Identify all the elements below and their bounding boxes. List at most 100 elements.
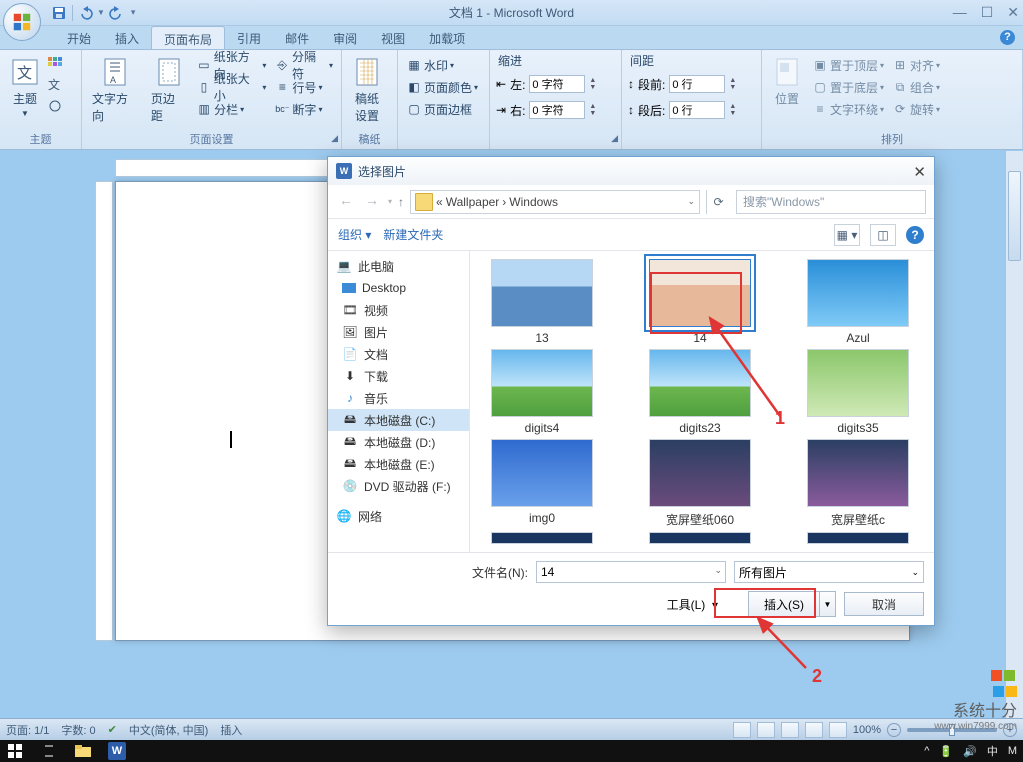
dialog-help-button[interactable]: ? xyxy=(906,226,924,244)
file-list[interactable]: 13 14 Azul digits4 digits23 digits35 img… xyxy=(470,251,934,552)
nav-back-button[interactable]: ← xyxy=(336,192,356,212)
zoom-level[interactable]: 100% xyxy=(853,724,881,736)
search-input[interactable]: 搜索"Windows" xyxy=(736,190,926,214)
minimize-button[interactable]: — xyxy=(953,4,967,21)
view-web-layout[interactable] xyxy=(781,722,799,738)
status-language[interactable]: 中文(简体, 中国) xyxy=(129,722,208,738)
themes-button[interactable]: 文 主题 ▼ xyxy=(6,54,44,120)
tree-desktop[interactable]: Desktop xyxy=(328,277,469,299)
file-item[interactable]: digits35 xyxy=(794,349,922,435)
tree-disk-c[interactable]: 🖴本地磁盘 (C:) xyxy=(328,409,469,431)
task-view-button[interactable] xyxy=(40,742,58,760)
insert-button-main[interactable]: 插入(S) xyxy=(749,592,819,616)
tab-view[interactable]: 视图 xyxy=(369,26,417,49)
group-button[interactable]: ⧉组合▾ xyxy=(890,76,942,98)
status-mode[interactable]: 插入 xyxy=(220,722,242,738)
tab-home[interactable]: 开始 xyxy=(55,26,103,49)
theme-fonts-icon[interactable]: 文 xyxy=(48,78,62,95)
tree-videos[interactable]: 🎞视频 xyxy=(328,299,469,321)
theme-effects-icon[interactable] xyxy=(48,99,62,116)
view-outline[interactable] xyxy=(805,722,823,738)
tab-addins[interactable]: 加载项 xyxy=(417,26,477,49)
view-print-layout[interactable] xyxy=(733,722,751,738)
spacing-before-spin[interactable]: ↕ 段前: ▲▼ xyxy=(628,73,755,95)
zoom-out-button[interactable]: − xyxy=(887,723,901,737)
send-back-button[interactable]: ▢置于底层▾ xyxy=(810,76,886,98)
undo-icon[interactable] xyxy=(77,4,95,22)
watermark-button[interactable]: ▦水印▾ xyxy=(404,54,480,76)
theme-colors-icon[interactable] xyxy=(48,57,62,74)
file-item-selected[interactable]: 14 xyxy=(636,259,764,345)
address-bar[interactable]: « Wallpaper › Windows ⌄ xyxy=(410,190,700,214)
tab-page-layout[interactable]: 页面布局 xyxy=(151,26,225,49)
file-item[interactable]: digits23 xyxy=(636,349,764,435)
breaks-button[interactable]: ⎆分隔符▾ xyxy=(272,54,335,76)
size-button[interactable]: ▯纸张大小▾ xyxy=(194,76,268,98)
status-proof-icon[interactable]: ✔ xyxy=(108,723,117,736)
text-wrap-button[interactable]: ≡文字环绕▾ xyxy=(810,98,886,120)
page-borders-button[interactable]: ▢页面边框 xyxy=(404,98,480,120)
view-draft[interactable] xyxy=(829,722,847,738)
organize-button[interactable]: 组织 ▾ xyxy=(338,226,371,243)
file-item[interactable] xyxy=(794,532,922,544)
tree-documents[interactable]: 📄文档 xyxy=(328,343,469,365)
help-icon[interactable]: ? xyxy=(1000,30,1015,45)
tab-review[interactable]: 审阅 xyxy=(321,26,369,49)
spacing-after-spin[interactable]: ↕ 段后: ▲▼ xyxy=(628,99,755,121)
view-full-screen[interactable] xyxy=(757,722,775,738)
file-type-select[interactable]: 所有图片⌄ xyxy=(734,561,924,583)
indent-left-input[interactable] xyxy=(529,75,585,93)
rotate-button[interactable]: ⟳旋转▾ xyxy=(890,98,942,120)
tree-dvd[interactable]: 💿DVD 驱动器 (F:) xyxy=(328,475,469,497)
hyphenation-button[interactable]: bc⁻断字▾ xyxy=(272,98,335,120)
zoom-in-button[interactable]: + xyxy=(1003,723,1017,737)
tray-volume-icon[interactable]: 🔊 xyxy=(963,745,977,758)
text-direction-button[interactable]: A 文字方向 xyxy=(88,54,143,126)
nav-forward-button[interactable]: → xyxy=(362,192,382,212)
tab-insert[interactable]: 插入 xyxy=(103,26,151,49)
insert-button[interactable]: 插入(S) ▼ xyxy=(748,591,836,617)
tree-downloads[interactable]: ⬇下载 xyxy=(328,365,469,387)
columns-button[interactable]: ▥分栏▾ xyxy=(194,98,268,120)
tray-battery-icon[interactable]: 🔋 xyxy=(939,745,953,758)
dialog-titlebar[interactable]: W 选择图片 ✕ xyxy=(328,157,934,185)
tab-mailings[interactable]: 邮件 xyxy=(273,26,321,49)
indent-right-input[interactable] xyxy=(529,101,585,119)
vertical-ruler[interactable] xyxy=(95,181,113,641)
preview-pane-button[interactable]: ◫ xyxy=(870,224,896,246)
file-item[interactable] xyxy=(478,532,606,544)
tree-this-pc[interactable]: 💻此电脑 xyxy=(328,255,469,277)
redo-icon[interactable] xyxy=(107,4,125,22)
paragraph-dialog-launcher[interactable]: ◢ xyxy=(611,133,618,144)
file-item[interactable]: 宽屏壁纸c xyxy=(794,439,922,528)
tree-network[interactable]: 🌐网络 xyxy=(328,505,469,527)
nav-up-button[interactable]: ↑ xyxy=(398,195,404,209)
start-button[interactable] xyxy=(6,742,24,760)
dialog-close-button[interactable]: ✕ xyxy=(913,163,926,181)
tray-up-icon[interactable]: ^ xyxy=(924,745,929,757)
tree-disk-e[interactable]: 🖴本地磁盘 (E:) xyxy=(328,453,469,475)
file-item[interactable]: Azul xyxy=(794,259,922,345)
tray-ime-m[interactable]: M xyxy=(1008,745,1017,757)
cancel-button[interactable]: 取消 xyxy=(844,592,924,616)
indent-left-spin[interactable]: ⇤ 左: ▲▼ xyxy=(496,73,615,95)
file-item[interactable] xyxy=(636,532,764,544)
office-button[interactable] xyxy=(3,3,41,41)
close-button[interactable]: ✕ xyxy=(1007,4,1019,21)
tools-button[interactable]: 工具(L) ▾ xyxy=(667,596,718,613)
save-icon[interactable] xyxy=(50,4,68,22)
filename-input[interactable] xyxy=(536,561,726,583)
spacing-after-input[interactable] xyxy=(669,101,725,119)
insert-button-dropdown[interactable]: ▼ xyxy=(819,592,835,616)
file-item[interactable]: img0 xyxy=(478,439,606,528)
new-folder-button[interactable]: 新建文件夹 xyxy=(383,226,443,243)
refresh-button[interactable]: ⟳ xyxy=(706,190,730,214)
file-item[interactable]: 13 xyxy=(478,259,606,345)
file-explorer-button[interactable] xyxy=(74,742,92,760)
position-button[interactable]: 位置 xyxy=(768,54,806,109)
manuscript-button[interactable]: 稿纸 设置 xyxy=(348,54,386,126)
spacing-before-input[interactable] xyxy=(669,75,725,93)
margins-button[interactable]: 页边距 xyxy=(147,54,190,126)
file-item[interactable]: 宽屏壁纸060 xyxy=(636,439,764,528)
vertical-scrollbar[interactable] xyxy=(1005,151,1023,718)
